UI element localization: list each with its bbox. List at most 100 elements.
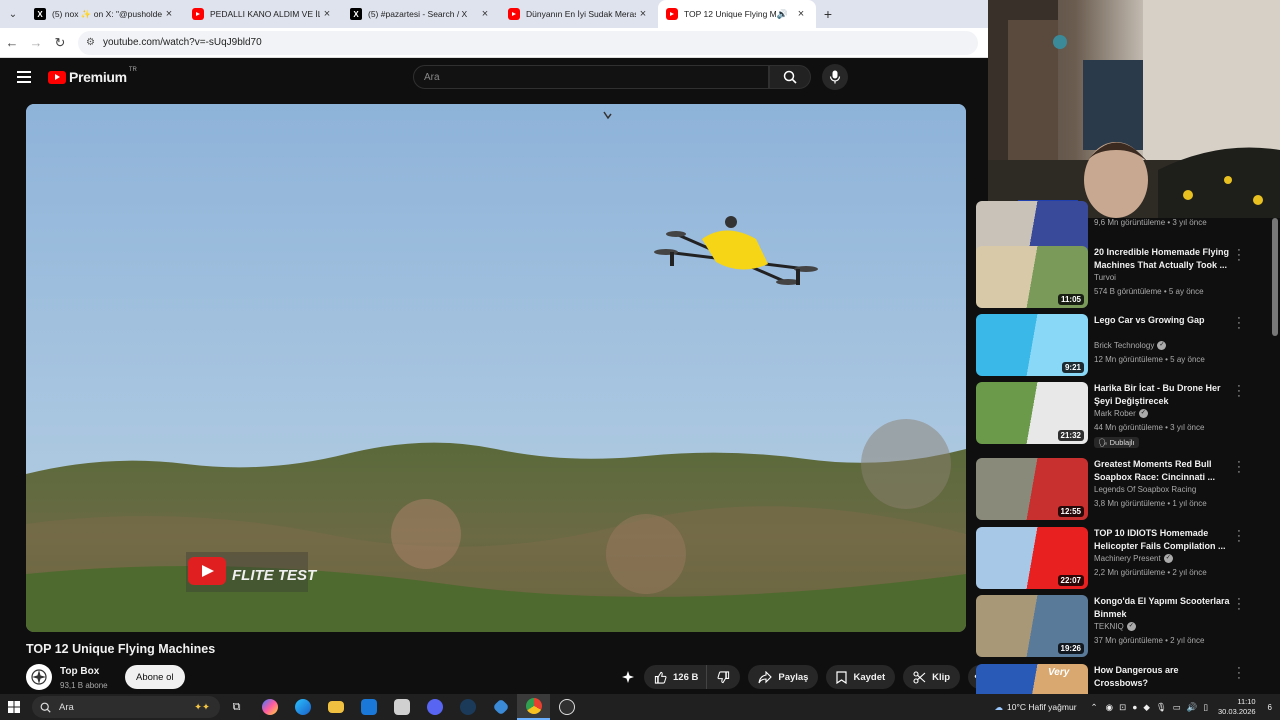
- close-tab-icon[interactable]: ×: [478, 8, 492, 20]
- recommendation-title[interactable]: Lego Car vs Growing Gap: [1094, 314, 1234, 327]
- new-tab-button[interactable]: +: [816, 6, 840, 22]
- browser-tab[interactable]: Dünyanın En İyi Sudak Merasim ×: [500, 0, 658, 28]
- url-input[interactable]: ⚙ youtube.com/watch?v=-sUqJ9bld70: [78, 30, 978, 55]
- more-options-icon[interactable]: · · ·: [1234, 526, 1244, 547]
- browser-tab[interactable]: X (5) #pazartesi - Search / X ×: [342, 0, 500, 28]
- recommendation-channel[interactable]: Machinery Present ✓: [1094, 554, 1173, 563]
- recommendation-title[interactable]: Harika Bir İcat - Bu Drone Her Şeyi Deği…: [1094, 382, 1234, 408]
- recommendation-item[interactable]: 21:32 Harika Bir İcat - Bu Drone Her Şeyi…: [976, 381, 1276, 448]
- store-app[interactable]: [385, 694, 418, 720]
- youtube-favicon-icon: [192, 8, 204, 20]
- video-thumbnail[interactable]: 19:26: [976, 595, 1088, 657]
- video-player[interactable]: FLITE TEST: [26, 104, 966, 632]
- recommendation-channel[interactable]: Brick Technology ✓: [1094, 341, 1167, 350]
- file-explorer-app[interactable]: [319, 694, 352, 720]
- tray-overflow-icon[interactable]: ⌃: [1091, 702, 1098, 713]
- network-icon[interactable]: ▭: [1173, 702, 1181, 713]
- task-view-button[interactable]: ⧉: [220, 694, 253, 720]
- video-thumbnail[interactable]: 21:32: [976, 382, 1088, 444]
- recommendation-title[interactable]: Greatest Moments Red Bull Soapbox Race: …: [1094, 458, 1234, 484]
- video-thumbnail[interactable]: 12:55: [976, 458, 1088, 520]
- steam-app[interactable]: [451, 694, 484, 720]
- tray-app-icon[interactable]: ●: [1132, 702, 1137, 712]
- video-thumbnail[interactable]: 22:07: [976, 527, 1088, 589]
- search-input[interactable]: Ara: [413, 65, 769, 89]
- like-button[interactable]: 126 B: [644, 665, 707, 689]
- browser-tab-active[interactable]: TOP 12 Unique Flying Mach 🔊 ×: [658, 0, 816, 28]
- recommendation-item[interactable]: 11:05 20 Incredible Homemade Flying Machi…: [976, 245, 1276, 308]
- recommendation-item[interactable]: 12:55 Greatest Moments Red Bull Soapbox R…: [976, 457, 1276, 520]
- share-button[interactable]: Paylaş: [748, 665, 819, 689]
- copilot-app[interactable]: [253, 694, 286, 720]
- more-options-icon[interactable]: · · ·: [1234, 663, 1244, 684]
- tab-search-menu-button[interactable]: ⌄: [0, 0, 26, 28]
- recommendation-meta: 44 Mn görüntüleme • 3 yıl önce: [1094, 423, 1205, 432]
- menu-icon[interactable]: [17, 71, 31, 83]
- video-duration: 12:55: [1057, 506, 1084, 517]
- chrome-app-active[interactable]: [517, 694, 550, 720]
- recommendation-title[interactable]: How Dangerous are Crossbows?: [1094, 664, 1234, 690]
- clock[interactable]: 11:10 30.03.2026: [1218, 697, 1256, 717]
- save-button[interactable]: Kaydet: [826, 665, 896, 689]
- weather-text[interactable]: 10°C Hafif yağmur: [1007, 702, 1077, 712]
- premium-sparkle-button[interactable]: [616, 665, 640, 689]
- audio-playing-icon[interactable]: 🔊: [777, 9, 788, 20]
- folder-icon: [327, 701, 344, 713]
- recommendation-title[interactable]: TOP 10 IDIOTS Homemade Helicopter Fails …: [1094, 527, 1234, 553]
- recommendation-title[interactable]: 20 Incredible Homemade Flying Machines T…: [1094, 246, 1234, 272]
- youtube-premium-logo[interactable]: Premium TR: [48, 67, 137, 85]
- close-tab-icon[interactable]: ×: [636, 8, 650, 20]
- taskbar-search-input[interactable]: Ara ✦✦: [32, 696, 220, 718]
- notification-count[interactable]: 6: [1268, 703, 1272, 712]
- close-tab-icon[interactable]: ×: [794, 8, 808, 20]
- tray-app-icon[interactable]: ⊡: [1119, 702, 1126, 713]
- browser-tab[interactable]: PEDALLI KANO ALDIM VE İLK D ×: [184, 0, 342, 28]
- recommendation-channel[interactable]: Mark Rober ✓: [1094, 409, 1148, 418]
- video-thumbnail[interactable]: 11:05: [976, 246, 1088, 308]
- discord-app[interactable]: [418, 694, 451, 720]
- close-tab-icon[interactable]: ×: [162, 8, 176, 20]
- more-options-icon[interactable]: · · ·: [1234, 313, 1244, 334]
- more-options-icon[interactable]: · · ·: [1234, 594, 1244, 615]
- sidebar-scrollbar[interactable]: [1272, 218, 1278, 336]
- site-info-icon[interactable]: ⚙: [86, 37, 95, 48]
- video-title: TOP 12 Unique Flying Machines: [26, 642, 216, 656]
- outlook-app[interactable]: [352, 694, 385, 720]
- reload-icon[interactable]: ↻: [48, 35, 72, 51]
- microphone-tray-icon[interactable]: 🎙: [1156, 702, 1167, 713]
- recommendation-channel[interactable]: Turvoi: [1094, 273, 1116, 282]
- recommendation-item[interactable]: 19:26 Kongo'da El Yapımı Scooterlara Binm…: [976, 594, 1276, 657]
- tray-app-icon[interactable]: ◆: [1143, 702, 1150, 713]
- more-options-icon[interactable]: · · ·: [1234, 457, 1244, 478]
- steam-icon: [459, 699, 476, 715]
- channel-name[interactable]: Top Box: [60, 666, 99, 677]
- dislike-button[interactable]: [706, 665, 741, 689]
- video-thumbnail[interactable]: 9:21: [976, 314, 1088, 376]
- more-options-icon[interactable]: · · ·: [1234, 381, 1244, 402]
- recommendation-item[interactable]: 9:21 Lego Car vs Growing Gap Brick Technol…: [976, 313, 1276, 376]
- youtube-favicon-icon: [666, 8, 678, 20]
- edge-app[interactable]: [286, 694, 319, 720]
- recommendation-title[interactable]: Kongo'da El Yapımı Scooterlara Binmek: [1094, 595, 1234, 621]
- like-count: 126 B: [673, 671, 699, 683]
- clip-button[interactable]: Klip: [903, 665, 961, 689]
- volume-icon[interactable]: 🔊: [1187, 702, 1198, 713]
- search-button[interactable]: [769, 65, 811, 89]
- start-button[interactable]: [0, 701, 28, 713]
- forward-arrow-icon[interactable]: →: [24, 35, 48, 50]
- recommendation-channel[interactable]: Legends Of Soapbox Racing: [1094, 485, 1196, 494]
- app-pinned[interactable]: [484, 694, 517, 720]
- back-arrow-icon[interactable]: ←: [0, 35, 24, 50]
- subscribe-button[interactable]: Abone ol: [125, 665, 185, 689]
- battery-icon[interactable]: ▯: [1203, 702, 1208, 713]
- more-options-icon[interactable]: · · ·: [1234, 245, 1244, 266]
- x-logo-icon: X: [34, 8, 46, 20]
- browser-tab[interactable]: X (5) nox ✨ on X: "@pusholder ×: [26, 0, 184, 28]
- recommendation-channel[interactable]: TEKNIQ ✓: [1094, 622, 1136, 631]
- close-tab-icon[interactable]: ×: [320, 8, 334, 20]
- recommendation-item[interactable]: 22:07 TOP 10 IDIOTS Homemade Helicopter F…: [976, 526, 1276, 589]
- channel-avatar[interactable]: [26, 664, 52, 690]
- voice-search-button[interactable]: [822, 64, 848, 90]
- tray-app-icon[interactable]: ◉: [1106, 702, 1113, 713]
- obs-app[interactable]: [550, 694, 583, 720]
